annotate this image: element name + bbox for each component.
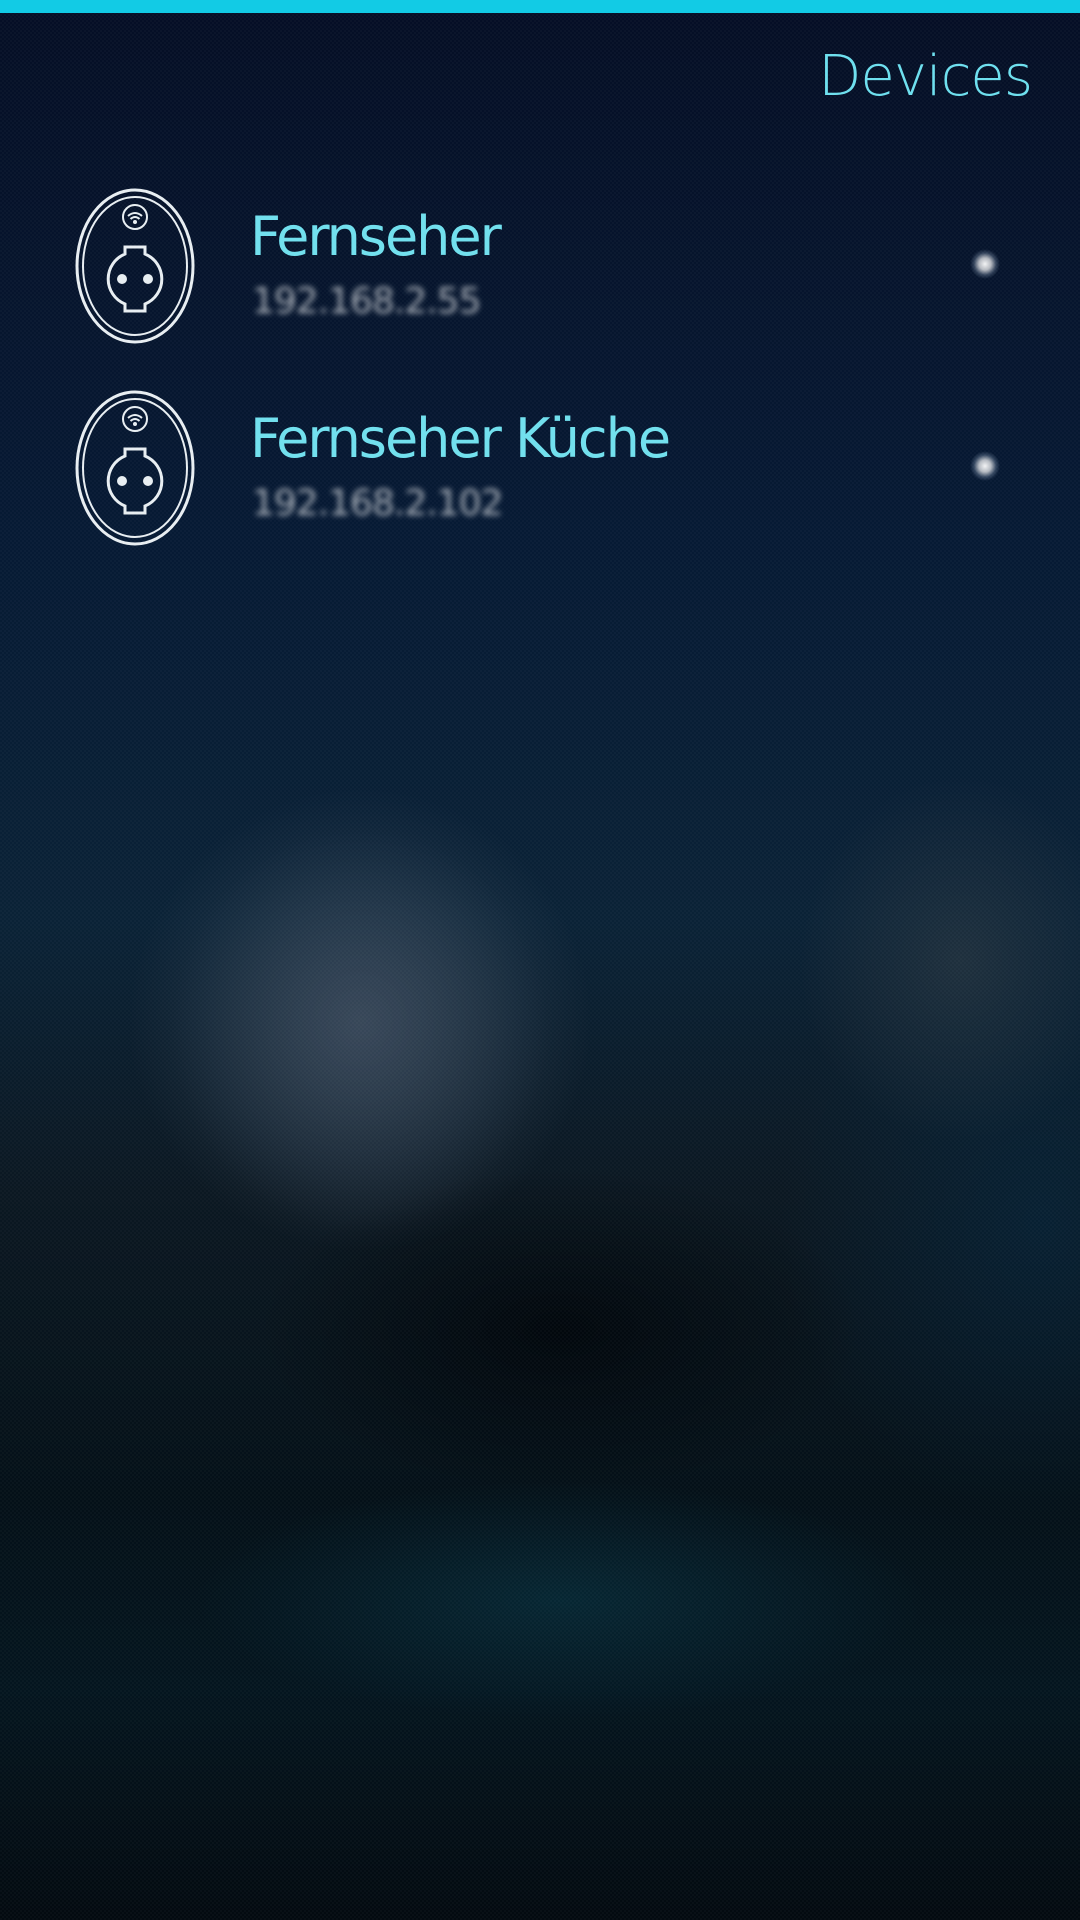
list-item[interactable]: Fernseher 192.168.2.55: [0, 185, 1080, 387]
status-indicator-icon: [970, 451, 1000, 481]
list-item[interactable]: Fernseher Küche 192.168.2.102: [0, 387, 1080, 589]
status-indicator-icon: [970, 249, 1000, 279]
device-name: Fernseher: [250, 205, 502, 268]
device-address: 192.168.2.55: [252, 281, 481, 322]
top-accent-bar: [0, 0, 1080, 13]
smart-plug-icon: [74, 389, 196, 547]
device-address: 192.168.2.102: [252, 483, 503, 524]
page-title: Devices: [818, 44, 1033, 109]
device-name: Fernseher Küche: [250, 407, 671, 470]
smart-plug-icon: [74, 187, 196, 345]
device-list: Fernseher 192.168.2.55 Fernseher Küche 1…: [0, 185, 1080, 589]
